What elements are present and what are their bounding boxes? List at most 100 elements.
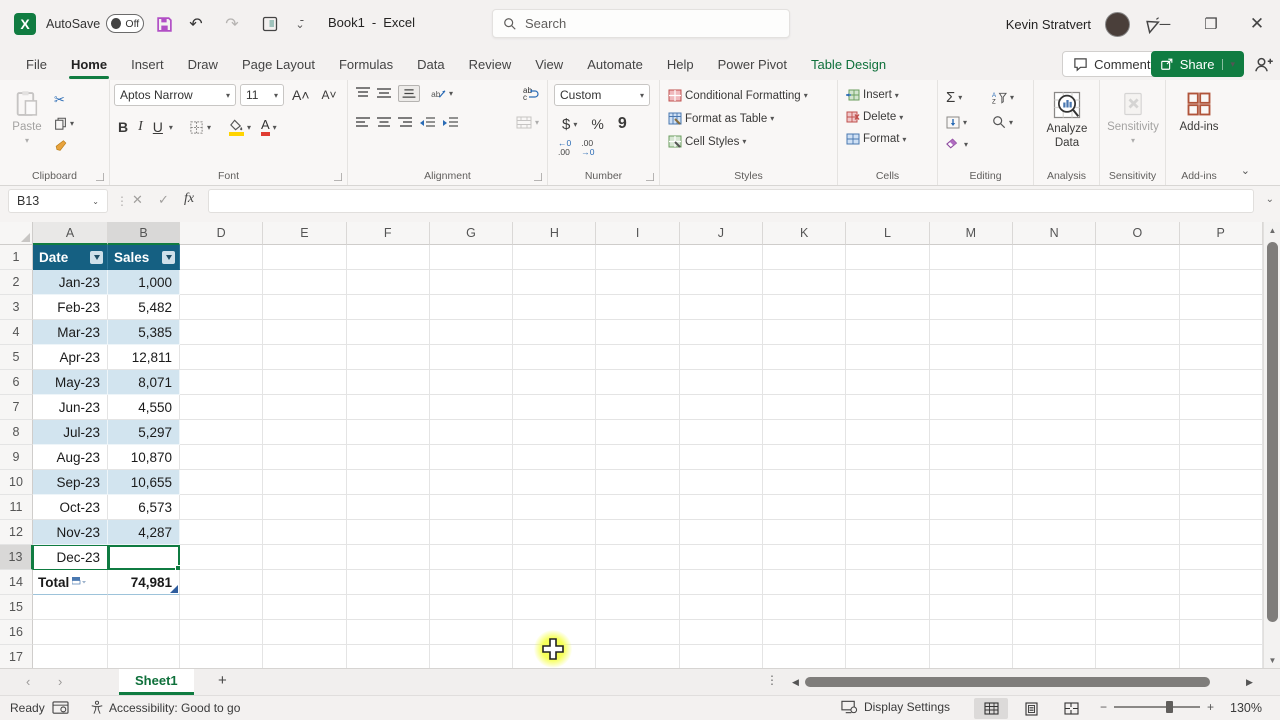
delete-cells-button[interactable]: Delete ▾: [842, 109, 933, 125]
autosum-button[interactable]: Σ ▾: [942, 87, 988, 108]
decrease-decimal-button[interactable]: .00 →0: [581, 139, 594, 156]
cell-O17[interactable]: [1096, 645, 1180, 668]
cell-E5[interactable]: [263, 345, 347, 370]
cell-N10[interactable]: [1012, 470, 1097, 495]
cell-N8[interactable]: [1012, 420, 1097, 445]
cell-D14[interactable]: [180, 570, 264, 595]
cell-J3[interactable]: [679, 295, 764, 320]
cell-J11[interactable]: [679, 495, 764, 520]
column-header-a[interactable]: A: [33, 222, 108, 245]
cell-K8[interactable]: [763, 420, 847, 445]
cell-F15[interactable]: [346, 595, 430, 620]
cell-I16[interactable]: [596, 620, 680, 645]
cell-F13[interactable]: [346, 545, 430, 570]
fill-button[interactable]: ▾: [942, 113, 988, 131]
cell-M3[interactable]: [929, 295, 1013, 320]
scroll-down-arrow-icon[interactable]: ▼: [1264, 652, 1280, 668]
cell-K16[interactable]: [763, 620, 847, 645]
cell-L7[interactable]: [846, 395, 930, 420]
cell-H3[interactable]: [513, 295, 597, 320]
ribbon-tab-page-layout[interactable]: Page Layout: [230, 48, 327, 80]
cell-K13[interactable]: [763, 545, 847, 570]
cell-I13[interactable]: [596, 545, 680, 570]
cell-K5[interactable]: [763, 345, 847, 370]
cell-D2[interactable]: [180, 270, 264, 295]
cell-I17[interactable]: [596, 645, 680, 668]
cell-B8[interactable]: 5,297: [108, 420, 180, 445]
cell-J8[interactable]: [679, 420, 764, 445]
cell-G17[interactable]: [430, 645, 514, 668]
middle-align-icon[interactable]: [377, 87, 391, 99]
cell-O5[interactable]: [1096, 345, 1180, 370]
sort-filter-button[interactable]: AZ ▾: [988, 87, 1034, 108]
bottom-align-button[interactable]: [398, 84, 420, 102]
cell-K1[interactable]: [763, 245, 847, 270]
search-input[interactable]: Search: [492, 9, 790, 38]
cell-G15[interactable]: [429, 595, 514, 620]
conditional-formatting-button[interactable]: Conditional Formatting ▾: [664, 87, 833, 104]
scroll-up-arrow-icon[interactable]: ▲: [1264, 222, 1280, 238]
cell-H7[interactable]: [513, 395, 597, 420]
cell-A13[interactable]: Dec-23: [33, 545, 108, 570]
align-right-icon[interactable]: [398, 116, 412, 129]
cell-N12[interactable]: [1012, 520, 1097, 545]
expand-formula-bar-chevron-icon[interactable]: ⌄: [1266, 194, 1274, 205]
cell-M11[interactable]: [929, 495, 1013, 520]
people-icon[interactable]: [1254, 55, 1274, 75]
row-header-10[interactable]: 10: [0, 470, 33, 495]
cell-M5[interactable]: [929, 345, 1013, 370]
name-box[interactable]: B13 ⌄: [8, 189, 108, 213]
cell-D17[interactable]: [180, 645, 264, 668]
addins-button[interactable]: Add-ins: [1170, 84, 1228, 134]
row-header-4[interactable]: 4: [0, 320, 33, 345]
grow-font-button[interactable]: A˄: [288, 85, 314, 105]
page-layout-view-button[interactable]: [1014, 698, 1048, 719]
row-header-7[interactable]: 7: [0, 395, 33, 420]
cell-M13[interactable]: [929, 545, 1013, 570]
cell-E10[interactable]: [263, 470, 347, 495]
cell-O12[interactable]: [1096, 520, 1180, 545]
excel-logo-icon[interactable]: X: [14, 13, 36, 35]
cell-O14[interactable]: [1096, 570, 1180, 595]
row-header-17[interactable]: 17: [0, 645, 33, 668]
cell-O6[interactable]: [1096, 370, 1180, 395]
cell-D9[interactable]: [180, 445, 264, 470]
format-painter-button[interactable]: [50, 137, 78, 154]
share-button[interactable]: Share ▾: [1150, 51, 1244, 77]
ribbon-tab-help[interactable]: Help: [655, 48, 706, 80]
cell-D6[interactable]: [180, 370, 264, 395]
cell-P16[interactable]: [1179, 620, 1263, 645]
cell-H9[interactable]: [513, 445, 597, 470]
cell-J16[interactable]: [679, 620, 764, 645]
cell-A14[interactable]: Total: [33, 570, 108, 595]
cell-I4[interactable]: [596, 320, 680, 345]
format-as-table-button[interactable]: Format as Table ▾: [664, 110, 833, 127]
cell-F6[interactable]: [346, 370, 430, 395]
row-header-3[interactable]: 3: [0, 295, 33, 320]
ribbon-tab-view[interactable]: View: [523, 48, 575, 80]
ribbon-tab-draw[interactable]: Draw: [176, 48, 230, 80]
collapse-ribbon-chevron-icon[interactable]: ⌄: [1241, 164, 1250, 177]
cell-J17[interactable]: [680, 645, 764, 668]
cell-K12[interactable]: [763, 520, 847, 545]
orientation-button[interactable]: ab ▾: [427, 85, 457, 102]
cell-L9[interactable]: [846, 445, 930, 470]
column-header-h[interactable]: H: [513, 222, 597, 245]
cell-E1[interactable]: [263, 245, 347, 270]
ribbon-tab-review[interactable]: Review: [457, 48, 524, 80]
cell-O15[interactable]: [1096, 595, 1180, 620]
cell-O1[interactable]: [1096, 245, 1180, 270]
cell-F9[interactable]: [346, 445, 430, 470]
accept-entry-icon[interactable]: ✓: [158, 192, 169, 208]
cell-B9[interactable]: 10,870: [108, 445, 180, 470]
cell-E4[interactable]: [263, 320, 347, 345]
cell-J5[interactable]: [679, 345, 764, 370]
cell-H4[interactable]: [513, 320, 597, 345]
zoom-in-icon[interactable]: +: [1207, 700, 1214, 714]
cancel-entry-icon[interactable]: ✕: [132, 192, 143, 208]
cell-H5[interactable]: [513, 345, 597, 370]
cell-L12[interactable]: [846, 520, 930, 545]
row-header-8[interactable]: 8: [0, 420, 33, 445]
cell-I12[interactable]: [596, 520, 680, 545]
cell-K6[interactable]: [763, 370, 847, 395]
